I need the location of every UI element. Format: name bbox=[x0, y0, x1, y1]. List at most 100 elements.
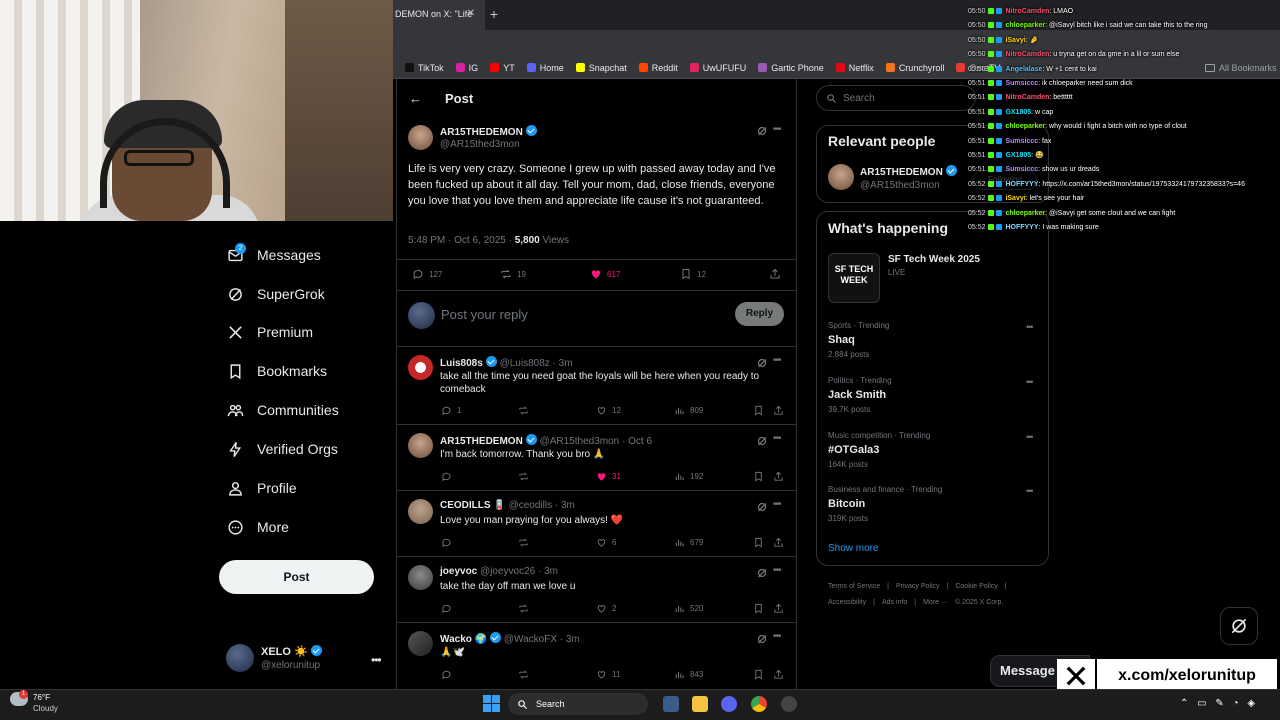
bookmark-item[interactable]: Home bbox=[526, 63, 564, 73]
bookmark-item[interactable]: TikTok bbox=[405, 63, 444, 73]
grok-floating-button[interactable] bbox=[1220, 607, 1258, 645]
share-icon[interactable] bbox=[773, 603, 789, 614]
reply-author[interactable]: joeyvoc @joeyvoc26 · 3m bbox=[440, 566, 558, 577]
bookmark-action[interactable] bbox=[753, 471, 769, 482]
obs-icon[interactable] bbox=[781, 696, 797, 712]
event-image[interactable]: SF TECH WEEK bbox=[828, 253, 880, 303]
sidebar-item-profile[interactable]: Profile bbox=[227, 477, 297, 499]
like-action[interactable]: 12 bbox=[596, 405, 621, 416]
repost-action[interactable] bbox=[518, 405, 534, 416]
account-menu-icon[interactable]: ••• bbox=[371, 653, 382, 667]
more-options-icon[interactable]: ••• bbox=[773, 355, 781, 366]
trend-more-icon[interactable]: ••• bbox=[1026, 322, 1034, 332]
show-more-link[interactable]: Show more bbox=[828, 543, 879, 554]
footer-link[interactable]: Ads info bbox=[882, 595, 907, 611]
bookmark-item[interactable]: IG bbox=[455, 63, 478, 73]
back-arrow-icon[interactable]: ← bbox=[409, 91, 422, 106]
footer-link[interactable]: Cookie Policy bbox=[955, 579, 997, 595]
more-options-icon[interactable]: ••• bbox=[773, 433, 781, 444]
more-options-icon[interactable]: ••• bbox=[773, 631, 781, 642]
avatar[interactable] bbox=[408, 565, 433, 590]
reply-author[interactable]: AR15THEDEMON @AR15thed3mon · Oct 6 bbox=[440, 434, 652, 447]
bookmark-action[interactable] bbox=[753, 405, 769, 416]
relevant-person-name[interactable]: AR15THEDEMON bbox=[860, 165, 957, 178]
repost-action[interactable] bbox=[518, 471, 534, 482]
close-tab-icon[interactable]: ✕ bbox=[464, 7, 478, 21]
bookmark-item[interactable]: Netflix bbox=[835, 63, 874, 73]
repost-action[interactable] bbox=[518, 537, 534, 548]
more-options-icon[interactable]: ••• bbox=[773, 124, 781, 135]
like-action[interactable]: 6 bbox=[596, 537, 616, 548]
avatar[interactable] bbox=[408, 631, 433, 656]
grok-icon[interactable] bbox=[756, 633, 768, 645]
sidebar-item-bookmarks[interactable]: Bookmarks bbox=[227, 360, 327, 382]
views-action[interactable]: 843 bbox=[674, 669, 703, 680]
windows-start-icon[interactable] bbox=[483, 695, 500, 712]
bookmark-action[interactable] bbox=[753, 603, 769, 614]
footer-link[interactable]: More ··· bbox=[923, 595, 948, 611]
bookmark-item[interactable]: Crunchyroll bbox=[885, 63, 944, 73]
trend-item[interactable]: Sports · Trending Shaq 2,884 posts bbox=[828, 321, 1028, 359]
task-view-icon[interactable] bbox=[663, 696, 679, 712]
reply-action[interactable] bbox=[441, 471, 457, 482]
trend-more-icon[interactable]: ••• bbox=[1026, 486, 1034, 496]
trend-more-icon[interactable]: ••• bbox=[1026, 432, 1034, 442]
grok-icon[interactable] bbox=[756, 357, 768, 369]
bookmark-action[interactable] bbox=[753, 669, 769, 680]
footer-link[interactable]: © 2025 X Corp. bbox=[955, 595, 1003, 611]
repost-action[interactable] bbox=[518, 603, 534, 614]
more-options-icon[interactable]: ••• bbox=[773, 499, 781, 510]
sidebar-item-communities[interactable]: Communities bbox=[227, 399, 339, 421]
footer-link[interactable]: Terms of Service bbox=[828, 579, 880, 595]
bookmark-item[interactable]: Reddit bbox=[638, 63, 678, 73]
views-action[interactable]: 809 bbox=[674, 405, 703, 416]
sidebar-item-verified-orgs[interactable]: Verified Orgs bbox=[227, 438, 338, 460]
post-button[interactable]: Post bbox=[219, 560, 374, 594]
weather-temp[interactable]: 76°F bbox=[33, 693, 50, 702]
trend-item[interactable]: Music competition · Trending #OTGala3 164K… bbox=[828, 431, 1028, 469]
reply-author[interactable]: Wacko 🌍 @WackoFX · 3m bbox=[440, 632, 580, 645]
bookmark-item[interactable]: Snapchat bbox=[575, 63, 627, 73]
author-name[interactable]: AR15THEDEMON bbox=[440, 125, 537, 138]
more-options-icon[interactable]: ••• bbox=[773, 565, 781, 576]
avatar[interactable] bbox=[408, 499, 433, 524]
grok-icon[interactable] bbox=[756, 567, 768, 579]
reply-author[interactable]: CEODILLS 🪫 @ceodills · 3m bbox=[440, 500, 575, 511]
bookmark-item[interactable]: YT bbox=[490, 63, 515, 73]
search-input[interactable]: Search bbox=[816, 85, 976, 111]
taskbar-search[interactable]: Search bbox=[508, 693, 648, 715]
reply-author[interactable]: Luis808s @Luis808z · 3m bbox=[440, 356, 573, 369]
discord-icon[interactable] bbox=[721, 696, 737, 712]
bookmark-action[interactable] bbox=[753, 537, 769, 548]
share-icon[interactable] bbox=[773, 471, 789, 482]
share-icon[interactable] bbox=[773, 669, 789, 680]
reply-input[interactable]: Post your reply bbox=[441, 307, 528, 322]
share-icon[interactable] bbox=[769, 268, 786, 280]
reply-action[interactable] bbox=[441, 537, 457, 548]
grok-icon[interactable] bbox=[756, 125, 768, 137]
trend-more-icon[interactable]: ••• bbox=[1026, 377, 1034, 387]
like-action[interactable]: 11 bbox=[596, 669, 620, 680]
author-handle[interactable]: @AR15thed3mon bbox=[440, 139, 520, 150]
sidebar-item-supergrok[interactable]: SuperGrok bbox=[227, 283, 325, 305]
views-action[interactable]: 520 bbox=[674, 603, 703, 614]
trend-item[interactable]: Business and finance · Trending Bitcoin 31… bbox=[828, 485, 1028, 523]
like-action[interactable]: 31 bbox=[596, 471, 621, 482]
reply-action[interactable] bbox=[441, 603, 457, 614]
avatar[interactable] bbox=[408, 355, 433, 380]
chrome-icon[interactable] bbox=[751, 696, 767, 712]
trend-item[interactable]: Politics · Trending Jack Smith 39.7K posts bbox=[828, 376, 1028, 414]
bookmark-item[interactable]: Gartic Phone bbox=[758, 63, 824, 73]
share-icon[interactable] bbox=[773, 537, 789, 548]
repost-action[interactable]: 19 bbox=[500, 268, 526, 280]
share-icon[interactable] bbox=[773, 405, 789, 416]
reply-action[interactable] bbox=[441, 669, 457, 680]
reply-action[interactable]: 127 bbox=[412, 268, 442, 280]
system-tray-icons[interactable]: ⌃ ▭ ✎ ◔ ◈ bbox=[1180, 698, 1258, 709]
bookmark-action[interactable]: 12 bbox=[680, 268, 706, 280]
reply-button[interactable]: Reply bbox=[735, 302, 784, 326]
grok-icon[interactable] bbox=[756, 501, 768, 513]
like-action[interactable]: 617 bbox=[590, 268, 620, 280]
messages-drawer-label[interactable]: Message bbox=[1000, 663, 1055, 678]
grok-icon[interactable] bbox=[756, 435, 768, 447]
